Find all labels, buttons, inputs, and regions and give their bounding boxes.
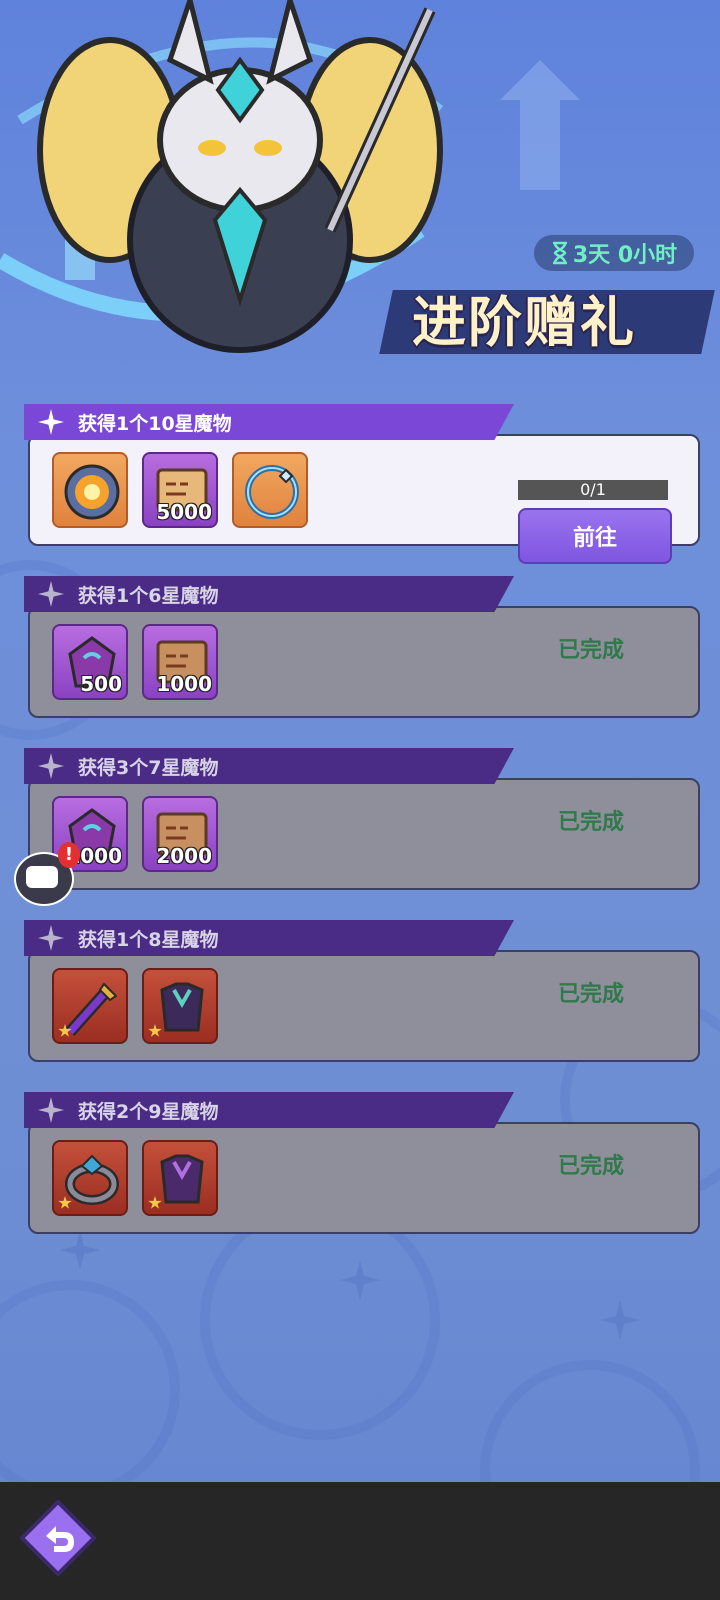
reward-list: 5000	[52, 452, 308, 528]
event-banner: 3天 0小时 进阶赠礼	[0, 0, 720, 390]
task-header: 获得1个6星魔物	[24, 576, 514, 612]
ring-icon	[245, 465, 299, 519]
chat-button[interactable]: !	[14, 842, 80, 906]
task-label: 获得2个9星魔物	[78, 1100, 219, 1123]
back-button[interactable]	[20, 1500, 96, 1576]
task-header: 获得1个10星魔物	[24, 404, 514, 440]
reward-item[interactable]	[232, 452, 308, 528]
reward-list: 500 1000	[52, 624, 218, 700]
chat-bubble-icon	[26, 866, 58, 888]
sparkle-icon	[38, 925, 64, 951]
reward-qty: 5000	[156, 500, 212, 524]
task-header: 获得1个8星魔物	[24, 920, 514, 956]
reward-item[interactable]	[52, 968, 128, 1044]
task-header: 获得2个9星魔物	[24, 1092, 514, 1128]
completed-status: 已完成	[558, 638, 625, 663]
task-card: 获得1个10星魔物 5000 0/1 前往	[24, 404, 700, 564]
completed-status: 已完成	[558, 1154, 625, 1179]
reward-item[interactable]: 5000	[142, 452, 218, 528]
task-label: 获得1个8星魔物	[78, 928, 219, 951]
notification-badge: !	[58, 842, 80, 868]
reward-item[interactable]	[142, 1140, 218, 1216]
sparkle-icon	[38, 753, 64, 779]
task-card: 获得1个6星魔物 500 1000 已完成	[24, 576, 700, 718]
fire-orb-icon	[64, 464, 120, 520]
countdown-timer: 3天 0小时	[534, 235, 694, 271]
task-card: 获得3个7星魔物 1000 2000 已完成	[24, 748, 700, 890]
hourglass-icon	[552, 241, 567, 265]
reward-item[interactable]: 2000	[142, 796, 218, 872]
sparkle-icon	[38, 581, 64, 607]
sparkle-icon	[38, 1097, 64, 1123]
reward-item[interactable]: 500	[52, 624, 128, 700]
completed-status: 已完成	[558, 810, 625, 835]
task-card: 获得1个8星魔物 已完成	[24, 920, 700, 1062]
reward-item[interactable]	[142, 968, 218, 1044]
task-label: 获得1个10星魔物	[78, 412, 232, 435]
task-label: 获得1个6星魔物	[78, 584, 219, 607]
reward-list	[52, 1140, 218, 1216]
reward-item[interactable]	[52, 452, 128, 528]
page-title: 进阶赠礼	[412, 291, 636, 354]
reward-list	[52, 968, 218, 1044]
reward-qty: 2000	[156, 844, 212, 868]
reward-qty: 1000	[156, 672, 212, 696]
reward-item[interactable]: 1000	[142, 624, 218, 700]
completed-status: 已完成	[558, 982, 625, 1007]
reward-qty: 500	[80, 672, 122, 696]
task-card: 获得2个9星魔物 已完成	[24, 1092, 700, 1234]
task-header: 获得3个7星魔物	[24, 748, 514, 784]
task-label: 获得3个7星魔物	[78, 756, 219, 779]
bottom-bar	[0, 1482, 720, 1600]
task-progress: 0/1	[518, 480, 668, 500]
reward-item[interactable]	[52, 1140, 128, 1216]
go-button[interactable]: 前往	[518, 508, 672, 564]
countdown-text: 3天 0小时	[572, 243, 678, 268]
sparkle-icon	[38, 409, 64, 435]
